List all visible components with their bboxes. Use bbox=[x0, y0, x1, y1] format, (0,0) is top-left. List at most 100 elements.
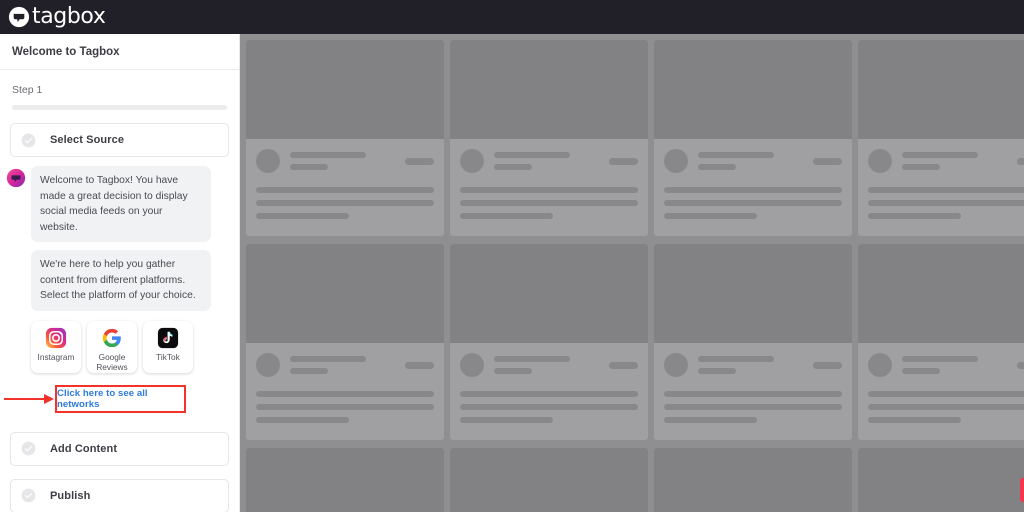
see-all-networks-link[interactable]: Click here to see all networks bbox=[57, 388, 184, 410]
skeleton-line bbox=[256, 187, 434, 193]
page-title: Welcome to Tagbox bbox=[12, 45, 120, 58]
skeleton-image bbox=[246, 40, 444, 139]
platform-tile-tiktok[interactable]: TikTok bbox=[143, 320, 193, 373]
platform-tile-label: TikTok bbox=[156, 351, 180, 362]
skeleton-line bbox=[494, 368, 532, 374]
skeleton-avatar bbox=[868, 353, 892, 377]
skeleton-body bbox=[246, 377, 444, 423]
skeleton-body bbox=[858, 173, 1024, 219]
skeleton-line bbox=[256, 213, 349, 219]
skeleton-card bbox=[246, 448, 444, 512]
skeleton-card bbox=[450, 448, 648, 512]
sidebar-header: Welcome to Tagbox bbox=[0, 34, 239, 70]
skeleton-meta bbox=[654, 139, 852, 173]
chat-bubble: We're here to help you gather content fr… bbox=[31, 250, 211, 311]
skeleton-card bbox=[858, 448, 1024, 512]
skeleton-names bbox=[698, 152, 813, 170]
sidebar-item-publish[interactable]: Publish bbox=[10, 478, 229, 512]
skeleton-image bbox=[654, 40, 852, 139]
skeleton-names bbox=[290, 152, 405, 170]
chat-launcher-sliver[interactable] bbox=[1020, 478, 1024, 502]
skeleton-line bbox=[664, 200, 842, 206]
skeleton-line bbox=[868, 417, 961, 423]
skeleton-body bbox=[246, 173, 444, 219]
skeleton-card bbox=[654, 448, 852, 512]
chat-bubble: Welcome to Tagbox! You have made a great… bbox=[31, 166, 211, 242]
platform-tile-google-reviews[interactable]: Google Reviews bbox=[87, 320, 137, 373]
skeleton-meta bbox=[246, 139, 444, 173]
skeleton-avatar bbox=[664, 353, 688, 377]
skeleton-badge bbox=[813, 361, 842, 369]
skeleton-line bbox=[902, 152, 978, 158]
skeleton-line bbox=[868, 200, 1024, 206]
tiktok-icon bbox=[157, 327, 179, 349]
skeleton-avatar bbox=[664, 149, 688, 173]
skeleton-meta bbox=[450, 139, 648, 173]
skeleton-body bbox=[654, 377, 852, 423]
skeleton-card bbox=[450, 244, 648, 440]
skeleton-names bbox=[494, 356, 609, 374]
skeleton-badge bbox=[609, 361, 638, 369]
skeleton-line bbox=[868, 213, 961, 219]
skeleton-meta bbox=[858, 343, 1024, 377]
skeleton-image bbox=[654, 244, 852, 343]
skeleton-names bbox=[290, 356, 405, 374]
skeleton-avatar bbox=[868, 149, 892, 173]
platform-tile-instagram[interactable]: Instagram bbox=[31, 320, 81, 373]
skeleton-body bbox=[450, 377, 648, 423]
platform-selector: Instagram Google Reviews TikTok bbox=[31, 320, 239, 373]
skeleton-badge bbox=[405, 361, 434, 369]
chat-message-row: Welcome to Tagbox! You have made a great… bbox=[6, 166, 229, 242]
skeleton-card bbox=[858, 40, 1024, 236]
skeleton-line bbox=[460, 404, 638, 410]
skeleton-line bbox=[460, 187, 638, 193]
skeleton-image bbox=[858, 40, 1024, 139]
arrow-right-icon bbox=[4, 392, 54, 411]
skeleton-line bbox=[902, 368, 940, 374]
platform-tile-label: Google Reviews bbox=[96, 351, 128, 372]
progress-bar bbox=[12, 105, 227, 110]
skeleton-names bbox=[698, 356, 813, 374]
skeleton-card bbox=[654, 40, 852, 236]
skeleton-line bbox=[290, 164, 328, 170]
skeleton-line bbox=[494, 152, 570, 158]
skeleton-badge bbox=[1017, 157, 1024, 165]
sidebar-item-label: Publish bbox=[50, 489, 91, 502]
skeleton-meta bbox=[246, 343, 444, 377]
sidebar-item-add-content[interactable]: Add Content bbox=[10, 431, 229, 466]
skeleton-line bbox=[460, 417, 553, 423]
annotation-group: Click here to see all networks bbox=[0, 384, 239, 419]
skeleton-meta bbox=[450, 343, 648, 377]
skeleton-card-grid bbox=[240, 34, 1024, 512]
skeleton-line bbox=[494, 164, 532, 170]
app-logo-text: tagbox bbox=[32, 4, 106, 29]
app-logo[interactable]: tagbox bbox=[8, 4, 106, 29]
skeleton-line bbox=[868, 391, 1024, 397]
onboarding-sidebar: Welcome to Tagbox Step 1 Select Source W… bbox=[0, 34, 240, 512]
skeleton-names bbox=[902, 356, 1017, 374]
skeleton-names bbox=[902, 152, 1017, 170]
skeleton-line bbox=[494, 356, 570, 362]
skeleton-image bbox=[246, 448, 444, 512]
skeleton-avatar bbox=[256, 353, 280, 377]
check-circle-icon bbox=[21, 133, 36, 148]
sidebar-item-label: Select Source bbox=[50, 134, 125, 146]
skeleton-card bbox=[654, 244, 852, 440]
app-top-bar: tagbox bbox=[0, 0, 1024, 34]
skeleton-avatar bbox=[460, 353, 484, 377]
skeleton-line bbox=[664, 187, 842, 193]
instagram-icon bbox=[45, 327, 67, 349]
sidebar-item-label: Add Content bbox=[50, 442, 118, 455]
skeleton-meta bbox=[654, 343, 852, 377]
skeleton-line bbox=[868, 187, 1024, 193]
skeleton-line bbox=[256, 200, 434, 206]
skeleton-card bbox=[246, 244, 444, 440]
skeleton-badge bbox=[405, 157, 434, 165]
skeleton-names bbox=[494, 152, 609, 170]
sidebar-item-select-source[interactable]: Select Source bbox=[10, 123, 229, 157]
skeleton-line bbox=[902, 356, 978, 362]
skeleton-line bbox=[664, 417, 757, 423]
skeleton-image bbox=[246, 244, 444, 343]
skeleton-card bbox=[858, 244, 1024, 440]
skeleton-line bbox=[256, 404, 434, 410]
